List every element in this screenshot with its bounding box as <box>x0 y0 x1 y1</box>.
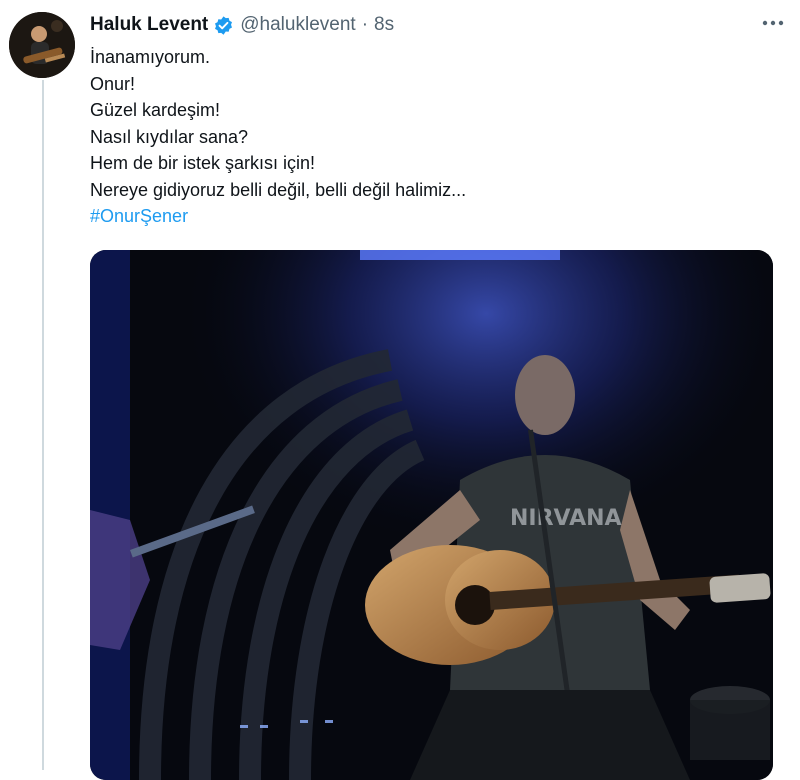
avatar-guitarist-icon <box>9 12 75 78</box>
tweet-header: Haluk Levent @haluklevent · 8s <box>90 10 782 40</box>
tweet-line: Nereye gidiyoruz belli değil, belli deği… <box>90 179 467 200</box>
hashtag-link[interactable]: #OnurŞener <box>90 203 782 230</box>
tweet-line: Hem de bir istek şarkısı için! <box>90 153 316 173</box>
author-display-name[interactable]: Haluk Levent <box>90 14 208 36</box>
tweet-line: Onur! <box>90 73 136 94</box>
thread-line <box>42 80 44 770</box>
tweet-body: Haluk Levent @haluklevent · 8s İnanamıyo… <box>90 10 782 230</box>
tweet-line: Güzel kardeşim! <box>90 100 221 120</box>
verified-badge-icon <box>213 15 234 36</box>
more-horizontal-icon[interactable] <box>758 8 788 38</box>
tweet-line: Nasıl kıydılar sana? <box>90 126 249 147</box>
stage-performance-video: NIRVANA <box>90 250 773 780</box>
separator-dot: · <box>361 14 369 35</box>
shirt-text: NIRVANA <box>510 506 622 531</box>
author-avatar[interactable] <box>9 12 75 78</box>
tweet-video[interactable]: NIRVANA <box>90 250 773 780</box>
tweet-timestamp[interactable]: 8s <box>374 14 394 36</box>
tweet-line: İnanamıyorum. <box>90 47 211 67</box>
author-handle[interactable]: @haluklevent <box>240 14 355 36</box>
tweet-text: İnanamıyorum. Onur! Güzel kardeşim! Nası… <box>90 44 782 230</box>
